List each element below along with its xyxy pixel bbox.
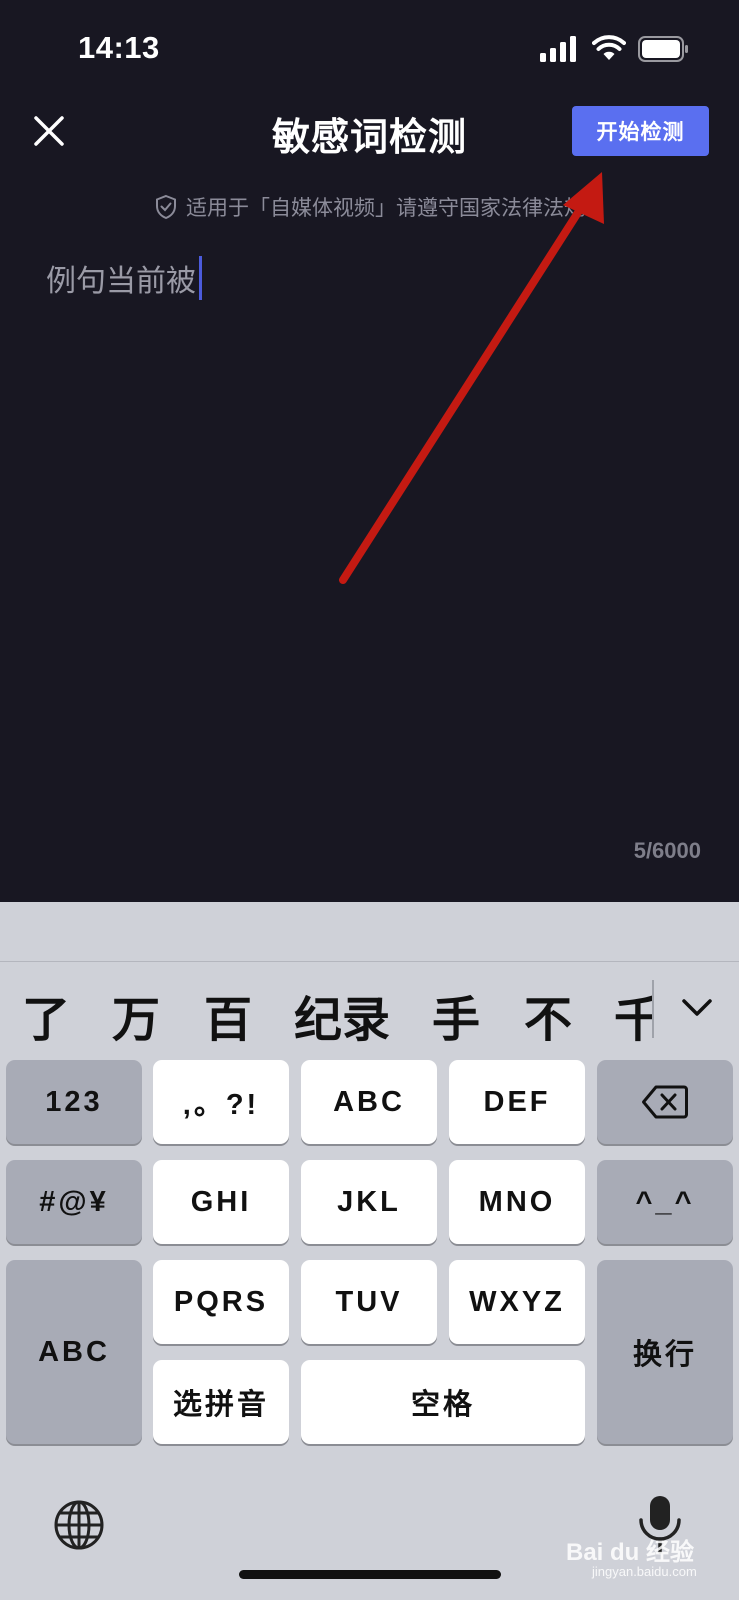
shield-check-icon (156, 194, 176, 220)
candidate-word[interactable]: 手 (432, 980, 480, 1050)
key-abc[interactable]: ABC (301, 1060, 437, 1144)
candidate-word[interactable]: 不 (524, 980, 572, 1050)
candidate-separator (652, 980, 654, 1038)
key-tuv[interactable]: TUV (301, 1260, 437, 1344)
backspace-key[interactable] (597, 1060, 733, 1144)
key-symbols[interactable]: #@¥ (6, 1160, 142, 1244)
character-counter: 5/6000 (633, 838, 701, 863)
key-mno[interactable]: MNO (449, 1160, 585, 1244)
key-pqrs[interactable]: PQRS (153, 1260, 289, 1344)
nav-bar: 敏感词检测 开始检测 (0, 96, 739, 166)
candidate-word[interactable]: 千 (614, 980, 652, 1050)
key-ghi[interactable]: GHI (153, 1160, 289, 1244)
status-bar: 14:13 (0, 0, 739, 96)
key-jkl[interactable]: JKL (301, 1160, 437, 1244)
key-def[interactable]: DEF (449, 1060, 585, 1144)
text-cursor (199, 256, 202, 300)
start-detection-button[interactable]: 开始检测 (572, 106, 709, 156)
key-emoticon[interactable]: ^_^ (597, 1160, 733, 1244)
text-editor[interactable]: 例句当前被 (46, 256, 202, 300)
candidate-word[interactable]: 百 (204, 980, 252, 1050)
space-key[interactable]: 空格 (301, 1360, 585, 1444)
candidate-bar: 了 万 百 纪录 手 不 千 (0, 962, 739, 1054)
wifi-icon (592, 35, 626, 60)
battery-icon (638, 36, 688, 62)
key-wxyz[interactable]: WXYZ (449, 1260, 585, 1344)
watermark-logo: Bai du 经验 (566, 1539, 695, 1566)
key-punctuation[interactable]: ,。?! (153, 1060, 289, 1144)
globe-icon[interactable] (52, 1498, 106, 1552)
status-time: 14:13 (78, 30, 160, 65)
candidate-word[interactable]: 万 (112, 980, 160, 1050)
editor-text: 例句当前被 (46, 265, 196, 298)
chevron-down-icon[interactable] (676, 992, 718, 1022)
watermark-url: jingyan.baidu.com (592, 1564, 697, 1579)
cellular-signal-icon (540, 36, 576, 62)
candidate-word[interactable]: 纪录 (294, 980, 390, 1050)
key-switch-abc[interactable]: ABC (6, 1260, 142, 1444)
usage-notice: 适用于「自媒体视频」请遵守国家法律法规 (0, 190, 739, 224)
key-select-pinyin[interactable]: 选拼音 (153, 1360, 289, 1444)
candidate-word[interactable]: 了 (22, 980, 70, 1050)
usage-notice-text: 适用于「自媒体视频」请遵守国家法律法规 (186, 197, 585, 220)
return-key[interactable]: 换行 (597, 1260, 733, 1444)
key-123[interactable]: 123 (6, 1060, 142, 1144)
ime-keyboard: 了 万 百 纪录 手 不 千 123 ,。?! ABC DEF #@¥ GHI … (0, 902, 739, 1600)
backspace-icon (642, 1085, 688, 1119)
home-indicator[interactable] (239, 1570, 501, 1579)
app-screen: 14:13 敏感词检测 开始检测 适用于「自媒体视频」请遵守国家法律法规 例句当… (0, 0, 739, 902)
